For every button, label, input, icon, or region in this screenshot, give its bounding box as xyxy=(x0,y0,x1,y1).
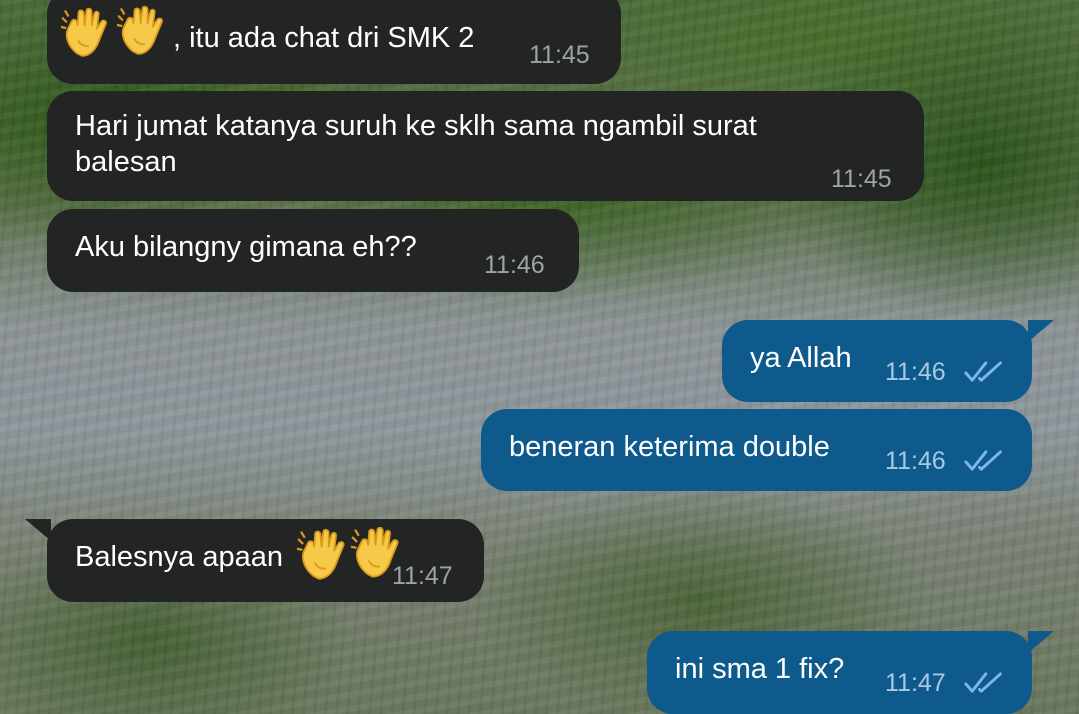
double-check-icon xyxy=(964,671,1004,695)
message-time: 11:47 xyxy=(885,669,946,697)
message-bubble-incoming[interactable]: Aku bilangny gimana eh?? 11:46 xyxy=(47,209,579,292)
message-bubble-outgoing[interactable]: beneran keterima double 11:46 xyxy=(481,409,1032,491)
message-bubble-outgoing[interactable]: ya Allah 11:46 xyxy=(722,320,1032,402)
waving-hand-icon xyxy=(351,525,409,583)
message-text: ini sma 1 fix? xyxy=(675,653,845,685)
message-time: 11:46 xyxy=(484,251,545,279)
message-text: Balesnya apaan xyxy=(75,541,283,573)
message-text: , itu ada chat dri SMK 2 xyxy=(173,22,475,54)
waving-hand-icon xyxy=(117,4,173,60)
waving-hand-icon xyxy=(297,527,355,585)
message-text: ya Allah xyxy=(750,342,852,374)
message-bubble-incoming[interactable]: Hari jumat katanya suruh ke sklh sama ng… xyxy=(47,91,924,201)
double-check-icon xyxy=(964,449,1004,473)
message-bubble-incoming[interactable]: , itu ada chat dri SMK 2 11:45 xyxy=(47,0,621,84)
double-check-icon xyxy=(964,360,1004,384)
message-bubble-incoming[interactable]: 11:47 Balesnya apaan xyxy=(47,519,484,602)
waving-hand-icon xyxy=(61,6,117,62)
message-time: 11:46 xyxy=(885,358,946,386)
message-text: Aku bilangny gimana eh?? xyxy=(75,231,417,263)
message-time: 11:45 xyxy=(831,165,892,193)
message-time: 11:45 xyxy=(529,41,590,69)
message-time: 11:46 xyxy=(885,447,946,475)
message-text: beneran keterima double xyxy=(509,431,830,463)
message-bubble-outgoing[interactable]: ini sma 1 fix? 11:47 xyxy=(647,631,1032,714)
message-text: Hari jumat katanya suruh ke sklh sama ng… xyxy=(75,110,757,178)
